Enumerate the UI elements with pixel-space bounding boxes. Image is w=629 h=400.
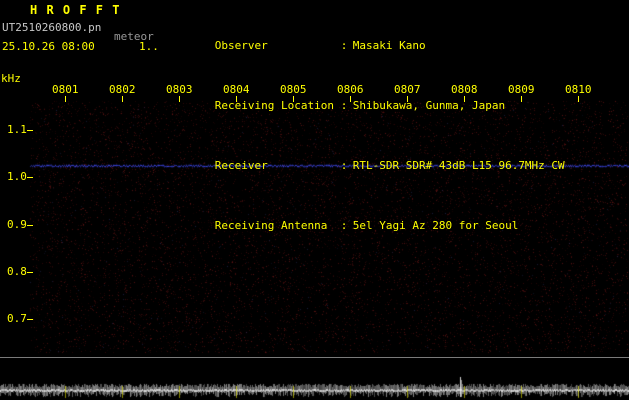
freq-axis-tick [27,272,33,273]
output-filename: UT2510260800.pn [2,21,102,34]
info-colon: : [340,219,348,232]
freq-tick-label: 1.0 [7,170,27,183]
freq-axis-tick [27,225,33,226]
info-value: 5el Yagi Az 280 for Seoul [352,219,519,232]
freq-tick-label: 0.9 [7,218,27,231]
time-tick-label: 0809 [508,83,535,96]
freq-axis-tick [27,177,33,178]
info-row-observer: Observer: Masaki Kano [175,28,565,64]
freq-tick-label: 0.8 [7,265,27,278]
freq-axis-tick [27,319,33,320]
info-colon: : [340,159,348,172]
info-value: Shibukawa, Gunma, Japan [352,99,506,112]
freq-tick-label: 0.7 [7,312,27,325]
info-label: Receiving Antenna [214,219,328,232]
info-row-receiver: Receiver: RTL-SDR SDR# 43dB L15 96.7MHz C… [175,148,565,184]
info-value: Masaki Kano [352,39,426,52]
time-axis-tick [350,96,351,102]
hrofft-output: H R O F F T UT2510260800.pn meteor 25.10… [0,0,629,400]
time-tick-label: 0804 [223,83,250,96]
time-axis-tick [464,96,465,102]
time-tick-label: 0803 [166,83,193,96]
time-tick-label: 0801 [52,83,79,96]
info-label: Receiving Location [214,99,334,112]
time-tick-label: 0808 [451,83,478,96]
time-axis-tick [521,96,522,102]
time-axis-tick [236,96,237,102]
time-axis-tick [65,96,66,102]
station-info: Observer: Masaki Kano Receiving Location:… [175,4,565,268]
freq-axis-unit: kHz [1,72,21,85]
time-axis-tick [293,96,294,102]
time-tick-label: 0807 [394,83,421,96]
time-axis-tick [578,96,579,102]
time-axis-tick [179,96,180,102]
time-tick-label: 0806 [337,83,364,96]
freq-tick-label: 1.1 [7,123,27,136]
info-row-antenna: Receiving Antenna:5el Yagi Az 280 for Se… [175,208,565,244]
info-colon: : [340,39,348,52]
info-label: Receiver [214,159,268,172]
time-tick-label: 0805 [280,83,307,96]
time-axis-tick [407,96,408,102]
sequence-indicator: 1.. [139,40,159,53]
info-value: RTL-SDR SDR# 43dB L15 96.7MHz CW [352,159,565,172]
time-tick-label: 0802 [109,83,136,96]
info-label: Observer [214,39,268,52]
app-title: H R O F F T [30,3,121,17]
freq-axis-tick [27,130,33,131]
time-axis-tick [122,96,123,102]
level-strip-divider [0,357,629,358]
datetime-label: 25.10.26 08:00 [2,40,95,53]
time-tick-label: 0810 [565,83,592,96]
